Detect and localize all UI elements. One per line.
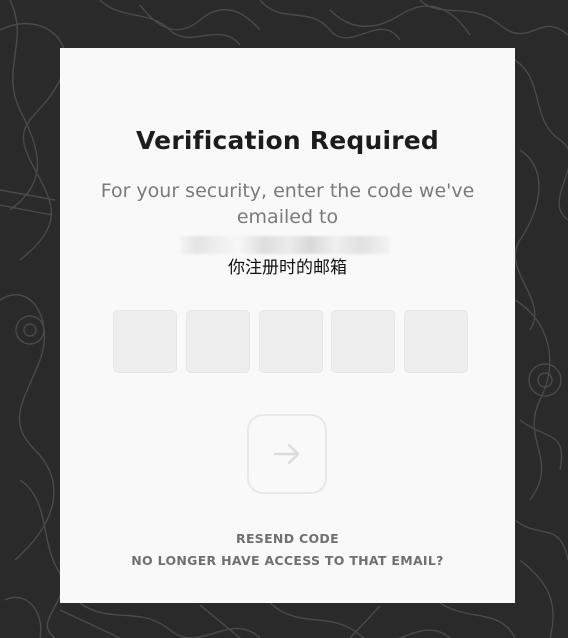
dialog-subtitle: For your security, enter the code we've … — [100, 180, 475, 228]
redacted-email — [180, 236, 390, 254]
code-input-5[interactable] — [404, 310, 468, 373]
arrow-right-icon — [273, 443, 300, 465]
email-annotation: 你注册时的邮箱 — [228, 258, 347, 278]
code-input-4[interactable] — [331, 310, 396, 373]
code-input-3[interactable] — [258, 310, 323, 373]
submit-code-button[interactable] — [247, 414, 327, 494]
no-access-link[interactable]: NO LONGER HAVE ACCESS TO THAT EMAIL? — [60, 553, 515, 568]
verification-dialog: Verification Required For your security,… — [60, 48, 515, 603]
code-input-2[interactable] — [185, 310, 250, 373]
code-input-1[interactable] — [113, 310, 177, 373]
dialog-title: Verification Required — [135, 126, 440, 155]
resend-code-link[interactable]: RESEND CODE — [60, 531, 515, 546]
code-input-row — [113, 310, 468, 373]
